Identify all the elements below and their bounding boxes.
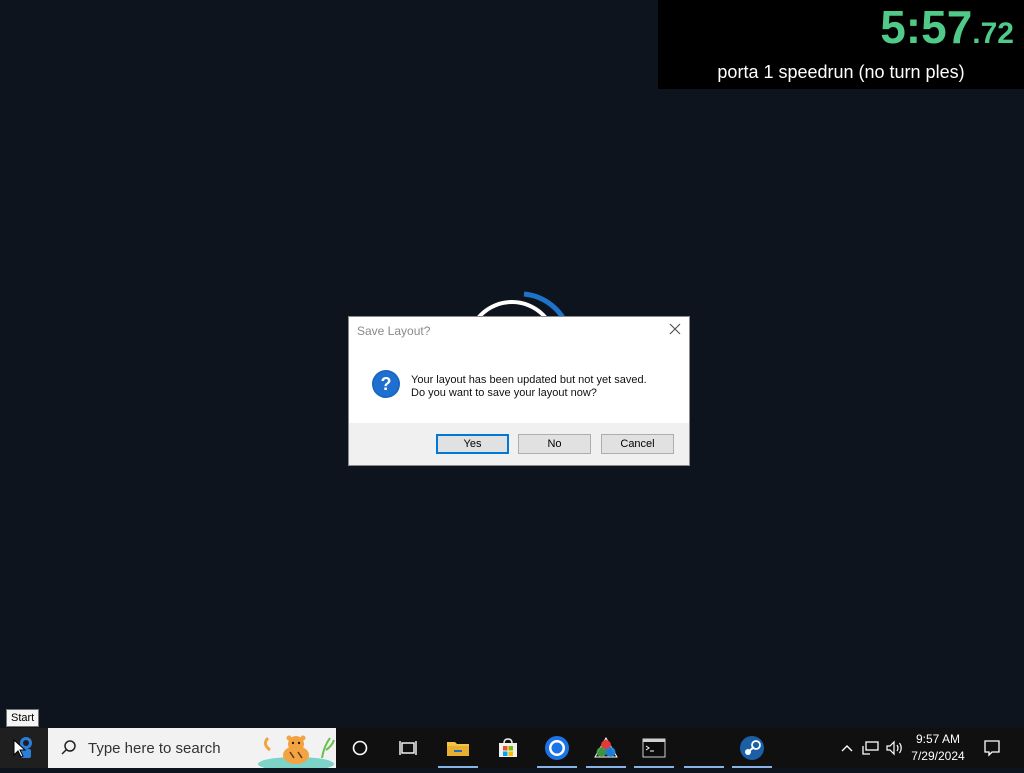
store-icon[interactable] — [484, 728, 532, 768]
network-icon[interactable] — [860, 728, 882, 768]
no-button[interactable]: No — [518, 434, 591, 454]
tiger-illustration-icon — [258, 735, 335, 768]
chrome-icon[interactable] — [533, 728, 581, 768]
color-app-icon[interactable] — [582, 728, 630, 768]
clock-date: 7/29/2024 — [911, 749, 965, 763]
speedrun-timer-panel: 5:57.72 porta 1 speedrun (no turn ples) — [658, 0, 1024, 89]
task-view-icon[interactable] — [384, 728, 432, 768]
yes-button[interactable]: Yes — [436, 434, 509, 454]
dialog-message-line1: Your layout has been updated but not yet… — [411, 374, 647, 386]
timer-main: 5:57 — [880, 1, 973, 53]
start-icon — [13, 737, 32, 758]
dialog-message-line2: Do you want to save your layout now? — [411, 387, 597, 399]
clock[interactable]: 9:57 AM 7/29/2024 — [904, 731, 972, 765]
svg-text:?: ? — [381, 374, 392, 394]
dialog-title: Save Layout? — [357, 324, 431, 338]
timer-readout: 5:57.72 — [880, 4, 1014, 50]
taskbar-app-placeholder-icon[interactable] — [680, 728, 728, 768]
save-layout-dialog: Save Layout? ? Your layout has been upda… — [348, 316, 690, 466]
start-button[interactable] — [0, 728, 48, 768]
notification-icon[interactable] — [980, 728, 1004, 768]
search-placeholder: Type here to search — [88, 740, 221, 757]
search-icon — [61, 740, 76, 755]
cortana-icon[interactable] — [336, 728, 384, 768]
taskbar: Type here to search 9:57 AM 7/29/2024 — [0, 728, 1024, 768]
dialog-message: Your layout has been updated but not yet… — [411, 374, 647, 400]
file-explorer-icon[interactable] — [434, 728, 482, 768]
cancel-button[interactable]: Cancel — [601, 434, 674, 454]
start-tooltip: Start — [6, 709, 40, 727]
clock-time: 9:57 AM — [915, 732, 961, 746]
run-title: porta 1 speedrun (no turn ples) — [717, 62, 965, 82]
chevron-up-icon[interactable] — [838, 728, 856, 768]
search-box[interactable]: Type here to search — [48, 728, 336, 768]
close-icon[interactable] — [667, 321, 683, 337]
terminal-icon[interactable] — [630, 728, 678, 768]
volume-icon[interactable] — [884, 728, 906, 768]
dialog-footer: Yes No Cancel — [349, 423, 689, 465]
steam-icon[interactable] — [728, 728, 776, 768]
question-icon: ? — [372, 370, 400, 398]
timer-ms: .72 — [972, 17, 1014, 50]
